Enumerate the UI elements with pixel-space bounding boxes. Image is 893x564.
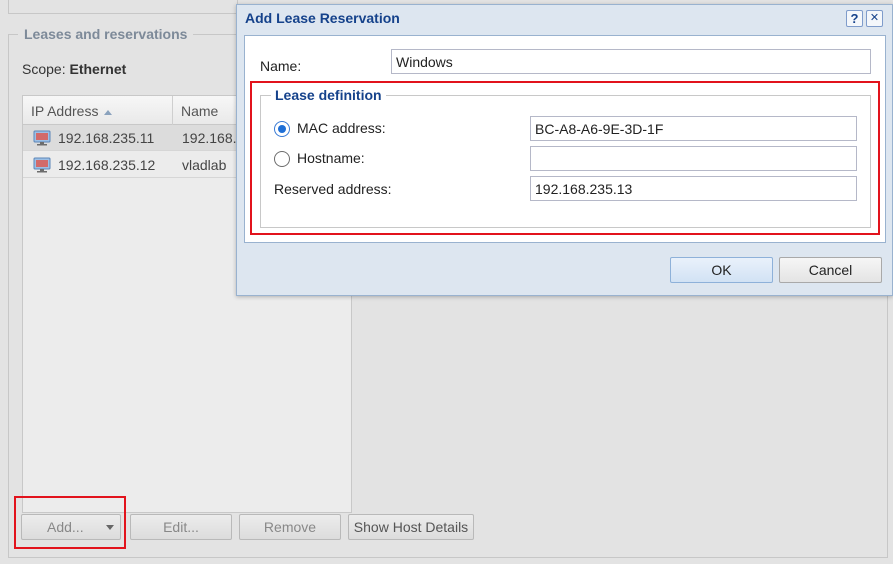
dialog-title: Add Lease Reservation [245, 10, 400, 26]
highlight-add-button [14, 496, 126, 549]
row-name: vladlab [182, 157, 227, 173]
scope-value: Ethernet [69, 61, 127, 77]
add-lease-reservation-dialog: Add Lease Reservation ? ✕ Name: Lease de… [236, 4, 893, 296]
help-icon[interactable]: ? [846, 10, 863, 27]
column-header-ip-label: IP Address [31, 103, 99, 119]
scope-label: Scope: [22, 61, 66, 77]
row-name: 192.168. [182, 130, 237, 146]
edit-button[interactable]: Edit... [130, 514, 232, 540]
close-icon[interactable]: ✕ [866, 10, 883, 27]
row-ip: 192.168.235.11 [58, 130, 155, 146]
scope-line: Scope: Ethernet [22, 61, 126, 77]
monitor-icon [33, 130, 51, 146]
name-field[interactable] [391, 49, 871, 74]
remove-button[interactable]: Remove [239, 514, 341, 540]
column-header-ip[interactable]: IP Address [23, 96, 173, 125]
leases-section-title: Leases and reservations [18, 26, 194, 42]
name-label: Name: [260, 58, 302, 74]
column-header-name-label: Name [181, 103, 219, 119]
upper-panel-edge [8, 0, 238, 14]
sort-ascending-icon [104, 109, 113, 115]
highlight-lease-definition [250, 81, 880, 235]
ok-button[interactable]: OK [670, 257, 773, 283]
show-host-details-button[interactable]: Show Host Details [348, 514, 474, 540]
row-ip: 192.168.235.12 [58, 157, 156, 173]
monitor-icon [33, 157, 51, 173]
cancel-button[interactable]: Cancel [779, 257, 882, 283]
